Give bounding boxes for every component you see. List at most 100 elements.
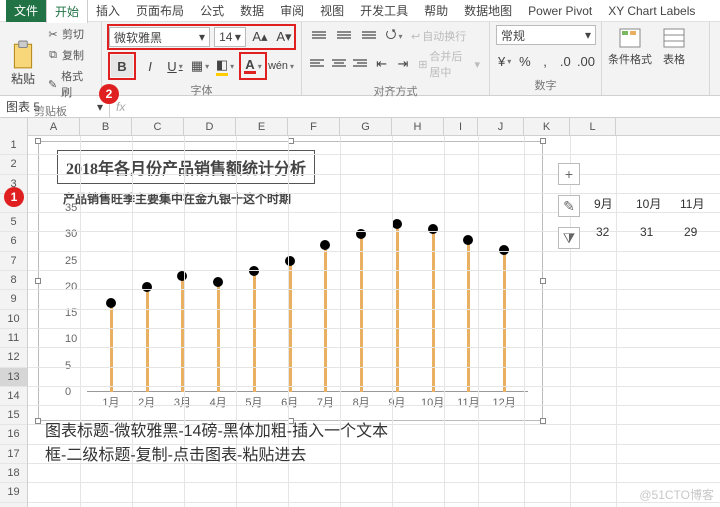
row-header-5[interactable]: 5 [0,213,27,232]
tab-help[interactable]: 帮助 [416,0,456,22]
column-header-B[interactable]: B [80,118,132,135]
copy-button[interactable]: ⧉复制 [43,46,95,64]
decrease-font-button[interactable]: A▾ [274,26,294,48]
formula-input[interactable]: fx [110,96,720,117]
row-header-9[interactable]: 9 [0,290,27,309]
column-header-D[interactable]: D [184,118,236,135]
font-color-button[interactable]: A▾ [242,55,264,77]
chart-styles-button[interactable]: ✎ [558,195,580,217]
row-header-19[interactable]: 19 [0,483,27,502]
tab-data[interactable]: 数据 [232,0,272,22]
format-painter-label: 格式刷 [61,68,92,100]
watermark: @51CTO博客 [639,486,714,503]
decrease-indent-button[interactable]: ⇤ [372,53,390,75]
row-header-8[interactable]: 8 [0,271,27,290]
group-alignment: ⭯▾ ↩自动换行 ⇤ ⇥ ⊞合并后居中▾ 对齐方式 [302,22,490,95]
wrap-text-button[interactable]: ↩自动换行 [408,27,469,45]
orientation-button[interactable]: ⭯▾ [383,25,405,47]
phonetic-button[interactable]: wén▾ [270,55,292,77]
tab-view[interactable]: 视图 [312,0,352,22]
column-header-J[interactable]: J [478,118,524,135]
currency-button[interactable]: ¥▾ [496,51,513,73]
cut-label: 剪切 [62,26,84,42]
tab-page-layout[interactable]: 页面布局 [128,0,192,22]
row-header-18[interactable]: 18 [0,464,27,483]
tab-power-pivot[interactable]: Power Pivot [520,1,600,21]
paste-button[interactable]: 粘贴 [6,38,40,89]
row-header-16[interactable]: 16 [0,425,27,444]
cell-k-month: 10月 [636,195,661,212]
row-header-11[interactable]: 11 [0,329,27,348]
row-header-7[interactable]: 7 [0,252,27,271]
copy-icon: ⧉ [46,48,60,62]
tab-xy-chart-labels[interactable]: XY Chart Labels [600,1,703,21]
row-header-1[interactable]: 1 [0,136,27,155]
align-top-button[interactable] [308,25,330,47]
percent-button[interactable]: % [516,51,533,73]
underline-button[interactable]: U▾ [164,55,186,77]
column-header-H[interactable]: H [392,118,444,135]
tab-developer[interactable]: 开发工具 [352,0,416,22]
increase-decimal-button[interactable]: .0 [557,51,574,73]
column-header-L[interactable]: L [570,118,616,135]
align-center-icon [332,58,346,70]
cell-j-value: 32 [596,225,609,239]
group-clipboard: 粘贴 ✂剪切 ⧉复制 ✎格式刷 剪贴板 [0,22,102,95]
increase-indent-button[interactable]: ⇥ [394,53,412,75]
row-header-6[interactable]: 6 [0,232,27,251]
increase-font-button[interactable]: A▴ [250,26,270,48]
row-header-2[interactable]: 2 [0,155,27,174]
align-bottom-button[interactable] [358,25,380,47]
align-right-button[interactable] [351,53,369,75]
column-header-C[interactable]: C [132,118,184,135]
row-header-14[interactable]: 14 [0,387,27,406]
align-bottom-icon [362,30,376,42]
tab-insert[interactable]: 插入 [88,0,128,22]
conditional-format-button[interactable]: 条件格式 [608,25,652,67]
wrap-icon: ↩ [411,30,420,43]
row-header-12[interactable]: 12 [0,348,27,367]
decrease-decimal-button[interactable]: .00 [577,51,595,73]
tab-formulas[interactable]: 公式 [192,0,232,22]
tab-file[interactable]: 文件 [6,0,46,22]
group-label-align: 对齐方式 [308,81,483,99]
wrap-label: 自动换行 [422,28,466,44]
tab-home[interactable]: 开始 [46,0,88,23]
comma-button[interactable]: , [536,51,553,73]
column-header-G[interactable]: G [340,118,392,135]
fill-color-button[interactable]: ◧▾ [214,55,236,77]
column-header-K[interactable]: K [524,118,570,135]
italic-button[interactable]: I [139,55,161,77]
border-button[interactable]: ▦▾ [189,55,211,77]
chart-add-element-button[interactable]: + [558,163,580,185]
row-header-10[interactable]: 10 [0,310,27,329]
row-header-17[interactable]: 17 [0,445,27,464]
fx-icon: fx [116,100,125,114]
group-label-clipboard: 剪贴板 [6,101,95,119]
font-name-select[interactable]: 微软雅黑▾ [109,27,210,47]
column-header-E[interactable]: E [236,118,288,135]
column-header-F[interactable]: F [288,118,340,135]
merge-icon: ⊞ [418,58,427,71]
chevron-down-icon: ▾ [235,30,241,44]
format-painter-button[interactable]: ✎格式刷 [43,67,95,101]
bold-button[interactable]: B [111,55,133,77]
align-middle-button[interactable] [333,25,355,47]
font-size-value: 14 [219,30,232,44]
row-header-13[interactable]: 13 [0,368,27,387]
paste-label: 粘贴 [11,70,35,87]
align-left-button[interactable] [308,53,326,75]
column-header-I[interactable]: I [444,118,478,135]
tab-review[interactable]: 审阅 [272,0,312,22]
format-table-button[interactable]: 表格 [662,25,686,67]
row-header-15[interactable]: 15 [0,406,27,425]
cut-button[interactable]: ✂剪切 [43,25,95,43]
number-format-select[interactable]: 常规▾ [496,25,596,45]
column-header-A[interactable]: A [28,118,80,135]
chart-filter-button[interactable]: ⧩ [558,227,580,249]
font-name-value: 微软雅黑 [114,29,162,46]
merge-center-button[interactable]: ⊞合并后居中▾ [415,47,483,81]
font-size-select[interactable]: 14▾ [214,27,246,47]
tab-datamap[interactable]: 数据地图 [456,0,520,22]
align-center-button[interactable] [329,53,347,75]
